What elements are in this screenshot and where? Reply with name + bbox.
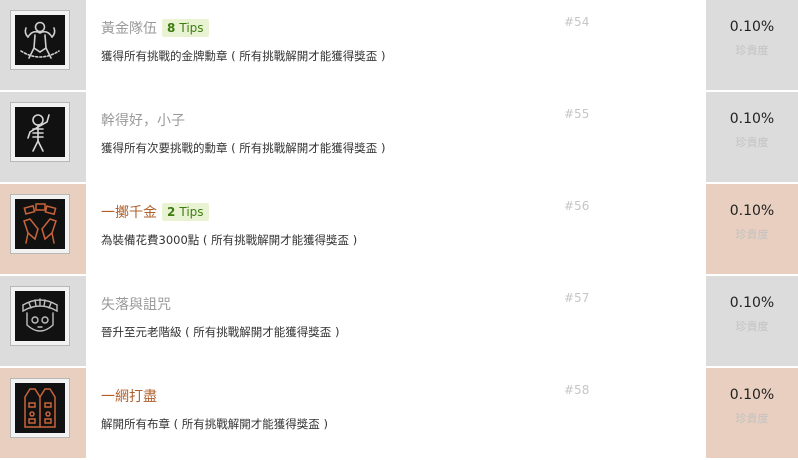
achievement-body: 一網打盡 解開所有布章 ( 所有挑戰解開才能獲得獎盃 ) #58 [86,368,706,458]
achievement-row[interactable]: 一擲千金 2 Tips 為裝備花費3000點 ( 所有挑戰解開才能獲得獎盃 ) … [0,184,798,276]
rarity-label: 珍貴度 [735,44,769,57]
achievement-icon-frame [10,378,70,438]
achievement-rank: #57 [564,291,590,305]
tips-badge[interactable]: 2 Tips [162,203,209,221]
muscle-man-icon [15,15,65,65]
rarity-panel: 0.10% 珍貴度 [706,368,798,458]
achievement-body: 失落與詛咒 晉升至元老階級 ( 所有挑戰解開才能獲得獎盃 ) #57 [86,276,706,366]
achievement-icon-frame [10,286,70,346]
achievement-description: 解開所有布章 ( 所有挑戰解開才能獲得獎盃 ) [101,417,328,431]
achievement-row[interactable]: 幹得好，小子 獲得所有次要挑戰的勳章 ( 所有挑戰解開才能獲得獎盃 ) #55 … [0,92,798,184]
achievement-description: 獲得所有次要挑戰的勳章 ( 所有挑戰解開才能獲得獎盃 ) [101,141,386,155]
founder-badge-icon [15,291,65,341]
achievement-icon-panel [0,92,86,182]
achievement-title[interactable]: 黃金隊伍 [101,18,157,38]
achievement-rank: #56 [564,199,590,213]
rarity-percent: 0.10% [729,387,775,403]
achievement-rank: #58 [564,383,590,397]
skeleton-flex-icon [15,107,65,157]
rarity-percent: 0.10% [729,203,775,219]
achievement-title[interactable]: 一擲千金 [101,202,157,222]
achievement-description: 為裝備花費3000點 ( 所有挑戰解開才能獲得獎盃 ) [101,233,358,247]
achievement-row[interactable]: 一網打盡 解開所有布章 ( 所有挑戰解開才能獲得獎盃 ) #58 0.10% 珍… [0,368,798,460]
rarity-panel: 0.10% 珍貴度 [706,0,798,90]
achievement-icon-panel [0,276,86,366]
tips-count: 8 [167,21,176,35]
achievement-icon-panel [0,184,86,274]
achievement-list: 黃金隊伍 8 Tips 獲得所有挑戰的金牌勳章 ( 所有挑戰解開才能獲得獎盃 )… [0,0,798,458]
rarity-percent: 0.10% [729,111,775,127]
achievement-body: 一擲千金 2 Tips 為裝備花費3000點 ( 所有挑戰解開才能獲得獎盃 ) … [86,184,706,274]
rarity-panel: 0.10% 珍貴度 [706,184,798,274]
achievement-title-line: 一擲千金 2 Tips [101,201,209,223]
achievement-icon-frame [10,194,70,254]
achievement-row[interactable]: 黃金隊伍 8 Tips 獲得所有挑戰的金牌勳章 ( 所有挑戰解開才能獲得獎盃 )… [0,0,798,92]
rarity-label: 珍貴度 [735,136,769,149]
rarity-label: 珍貴度 [735,412,769,425]
patch-vest-icon [15,383,65,433]
achievement-title[interactable]: 失落與詛咒 [101,294,171,314]
rarity-panel: 0.10% 珍貴度 [706,92,798,182]
achievement-rank: #54 [564,15,590,29]
achievement-rank: #55 [564,107,590,121]
achievement-title-line: 幹得好，小子 [101,109,185,131]
tips-label: Tips [179,205,204,219]
achievement-icon-frame [10,10,70,70]
achievement-body: 幹得好，小子 獲得所有次要挑戰的勳章 ( 所有挑戰解開才能獲得獎盃 ) #55 [86,92,706,182]
achievement-title[interactable]: 一網打盡 [101,386,157,406]
money-hands-icon [15,199,65,249]
tips-label: Tips [179,21,204,35]
achievement-icon-panel [0,368,86,458]
rarity-percent: 0.10% [729,295,775,311]
achievement-title-line: 失落與詛咒 [101,293,171,315]
achievement-title-line: 一網打盡 [101,385,157,407]
achievement-row[interactable]: 失落與詛咒 晉升至元老階級 ( 所有挑戰解開才能獲得獎盃 ) #57 0.10%… [0,276,798,368]
rarity-label: 珍貴度 [735,228,769,241]
rarity-panel: 0.10% 珍貴度 [706,276,798,366]
rarity-percent: 0.10% [729,19,775,35]
achievement-icon-frame [10,102,70,162]
achievement-title-line: 黃金隊伍 8 Tips [101,17,209,39]
achievement-title[interactable]: 幹得好，小子 [101,110,185,130]
achievement-description: 獲得所有挑戰的金牌勳章 ( 所有挑戰解開才能獲得獎盃 ) [101,49,386,63]
achievement-icon-panel [0,0,86,90]
tips-badge[interactable]: 8 Tips [162,19,209,37]
tips-count: 2 [167,205,176,219]
achievement-body: 黃金隊伍 8 Tips 獲得所有挑戰的金牌勳章 ( 所有挑戰解開才能獲得獎盃 )… [86,0,706,90]
achievement-description: 晉升至元老階級 ( 所有挑戰解開才能獲得獎盃 ) [101,325,340,339]
rarity-label: 珍貴度 [735,320,769,333]
